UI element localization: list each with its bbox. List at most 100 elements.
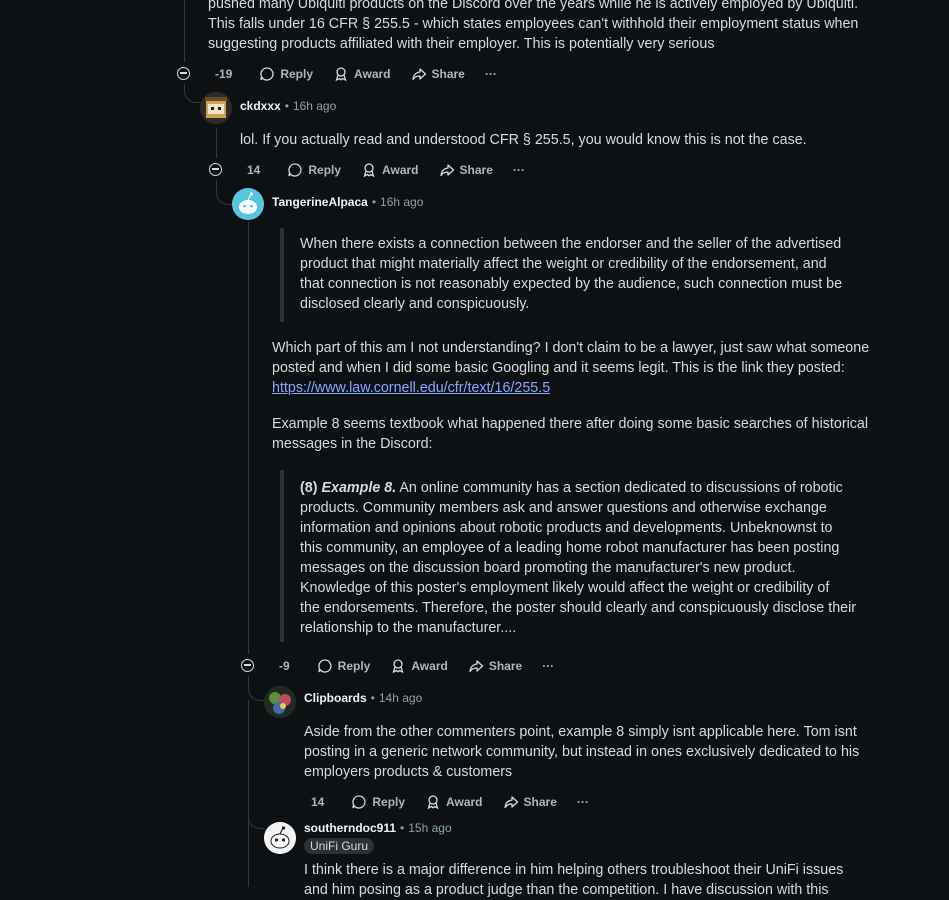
example8-line-4: this community, an employee of a leading… bbox=[300, 540, 840, 556]
ckdxxx-actions: 14 Reply Award Share ··· bbox=[240, 158, 545, 182]
thread-line-clip-branch[interactable] bbox=[248, 700, 249, 887]
award-icon bbox=[363, 163, 375, 178]
quote-line-1: When there exists a connection between t… bbox=[300, 236, 842, 252]
username[interactable]: southerndoc911 bbox=[304, 821, 396, 835]
timestamp[interactable]: 14h ago bbox=[379, 691, 422, 705]
avatar-southerndoc911[interactable] bbox=[264, 822, 296, 854]
clip-line-2: posting in a generic network community, … bbox=[304, 744, 860, 760]
top-comment-line-3: suggesting products affiliated with thei… bbox=[208, 36, 715, 52]
clipboards-meta: Clipboards • 14h ago bbox=[304, 691, 422, 705]
example8-line-6: Knowledge of this poster's employment li… bbox=[300, 580, 830, 596]
para1-line-1: Which part of this am I not understandin… bbox=[272, 340, 870, 356]
collapse-top-comment-button[interactable] bbox=[177, 67, 190, 80]
south-line-2: and him posing as a product judge than t… bbox=[304, 882, 829, 898]
quote-line-2: product that might materially affect the… bbox=[300, 256, 827, 272]
thread-line-ckd[interactable] bbox=[216, 128, 217, 158]
top-comment-body: pushed many Ubiquiti products on the Dis… bbox=[208, 0, 908, 54]
reply-button[interactable]: Reply bbox=[317, 658, 370, 674]
avatar-clipboards[interactable] bbox=[264, 686, 296, 718]
share-label: Share bbox=[459, 163, 493, 177]
top-comment-line-2: This falls under 16 CFR § 255.5 - which … bbox=[208, 16, 859, 32]
example8-line-7: the endorsements. Therefore, the poster … bbox=[300, 600, 857, 616]
example8-first-line: (8) Example 8. An online community has a… bbox=[300, 478, 860, 498]
meta-dot: • bbox=[284, 99, 289, 113]
reply-label: Reply bbox=[308, 163, 342, 177]
vote-group: -9 bbox=[272, 659, 297, 673]
collapse-tangerine-button[interactable] bbox=[241, 659, 254, 672]
username[interactable]: ckdxxx bbox=[240, 99, 281, 113]
award-icon bbox=[335, 67, 347, 82]
tangerine-actions: -9 Reply Award Share ··· bbox=[272, 654, 574, 678]
clipboards-comment-body: Aside from the other commenters point, e… bbox=[304, 722, 904, 782]
award-button[interactable]: Award bbox=[390, 658, 448, 674]
more-label: ··· bbox=[576, 795, 589, 809]
vote-score: -9 bbox=[279, 659, 290, 673]
speech-bubble-icon bbox=[318, 659, 332, 673]
share-icon bbox=[411, 68, 426, 81]
username[interactable]: Clipboards bbox=[304, 691, 367, 705]
quote-line-3: that connection is not reasonably expect… bbox=[300, 276, 843, 292]
user-flair-badge: UniFi Guru bbox=[304, 838, 375, 854]
snoo-icon bbox=[264, 822, 296, 854]
more-label: ··· bbox=[542, 659, 555, 673]
example8-line-5: messages on the discussion board promoti… bbox=[300, 560, 796, 576]
timestamp[interactable]: 16h ago bbox=[380, 195, 423, 209]
vote-score: 14 bbox=[247, 163, 261, 177]
example8-title: Example 8. bbox=[321, 480, 397, 496]
reply-button[interactable]: Reply bbox=[351, 794, 405, 810]
share-button[interactable]: Share bbox=[411, 66, 465, 82]
thread-elbow-tangerine bbox=[216, 180, 233, 205]
quote-line-4: disclosed clearly and conspicuously. bbox=[300, 296, 530, 312]
avatar-ckdxxx[interactable] bbox=[200, 92, 232, 124]
south-line-1: I think there is a major difference in h… bbox=[304, 862, 844, 878]
reply-button[interactable]: Reply bbox=[259, 66, 313, 82]
clipboards-actions: 14 Reply Award Share ··· bbox=[304, 790, 609, 814]
avatar-tangerinealpaca[interactable] bbox=[232, 188, 264, 220]
para2-line-1: Example 8 seems textbook what happened t… bbox=[272, 416, 869, 432]
ckdxxx-comment-body: lol. If you actually read and understood… bbox=[240, 132, 807, 148]
para2-line-2: messages in the Discord: bbox=[272, 436, 433, 452]
thread-line-top[interactable] bbox=[184, 0, 185, 62]
share-icon bbox=[439, 164, 454, 177]
timestamp[interactable]: 15h ago bbox=[408, 821, 451, 835]
reply-button[interactable]: Reply bbox=[287, 162, 341, 178]
vote-score: 14 bbox=[311, 795, 325, 809]
award-button[interactable]: Award bbox=[425, 794, 483, 810]
blockquote-cfr: When there exists a connection between t… bbox=[280, 228, 860, 322]
clip-line-3: employers products & customers bbox=[304, 764, 513, 780]
more-options-button[interactable]: ··· bbox=[542, 659, 554, 673]
cornell-cfr-link[interactable]: https://www.law.cornell.edu/cfr/text/16/… bbox=[272, 380, 550, 396]
more-options-button[interactable]: ··· bbox=[577, 795, 589, 809]
share-icon bbox=[469, 660, 483, 673]
tangerine-meta: TangerineAlpaca • 16h ago bbox=[272, 195, 423, 209]
ckdxxx-meta: ckdxxx • 16h ago bbox=[240, 99, 336, 113]
tangerine-paragraph-1: Which part of this am I not understandin… bbox=[272, 338, 872, 398]
top-comment-line-1: pushed many Ubiquiti products on the Dis… bbox=[208, 0, 859, 12]
reply-label: Reply bbox=[280, 67, 314, 81]
award-icon bbox=[392, 659, 404, 674]
more-label: ··· bbox=[512, 163, 525, 177]
example8-line-8: relationship to the manufacturer.... bbox=[300, 620, 517, 636]
award-button[interactable]: Award bbox=[361, 162, 419, 178]
more-options-button[interactable]: ··· bbox=[513, 163, 525, 177]
share-label: Share bbox=[488, 659, 523, 673]
para1-line-2: posted and when I did some basic Googlin… bbox=[272, 360, 845, 376]
southerndoc-meta: southerndoc911 • 15h ago bbox=[304, 821, 452, 835]
award-button[interactable]: Award bbox=[333, 66, 391, 82]
timestamp[interactable]: 16h ago bbox=[293, 99, 336, 113]
share-button[interactable]: Share bbox=[503, 794, 557, 810]
southerndoc-comment-body: I think there is a major difference in h… bbox=[304, 860, 904, 900]
thread-line-tangerine[interactable] bbox=[248, 222, 249, 654]
username[interactable]: TangerineAlpaca bbox=[272, 195, 368, 209]
vote-group: 14 bbox=[240, 163, 267, 177]
speech-bubble-icon bbox=[288, 163, 302, 177]
share-button[interactable]: Share bbox=[439, 162, 493, 178]
blockquote-example-8: (8) Example 8. An online community has a… bbox=[280, 470, 860, 642]
share-button[interactable]: Share bbox=[468, 658, 522, 674]
award-label: Award bbox=[354, 67, 391, 81]
more-options-button[interactable]: ··· bbox=[485, 67, 497, 81]
thread-elbow-clip bbox=[248, 676, 265, 701]
example8-line-3: information and opinions about robotic p… bbox=[300, 520, 833, 536]
collapse-ckdxxx-button[interactable] bbox=[209, 163, 222, 176]
clip-line-1: Aside from the other commenters point, e… bbox=[304, 724, 857, 740]
